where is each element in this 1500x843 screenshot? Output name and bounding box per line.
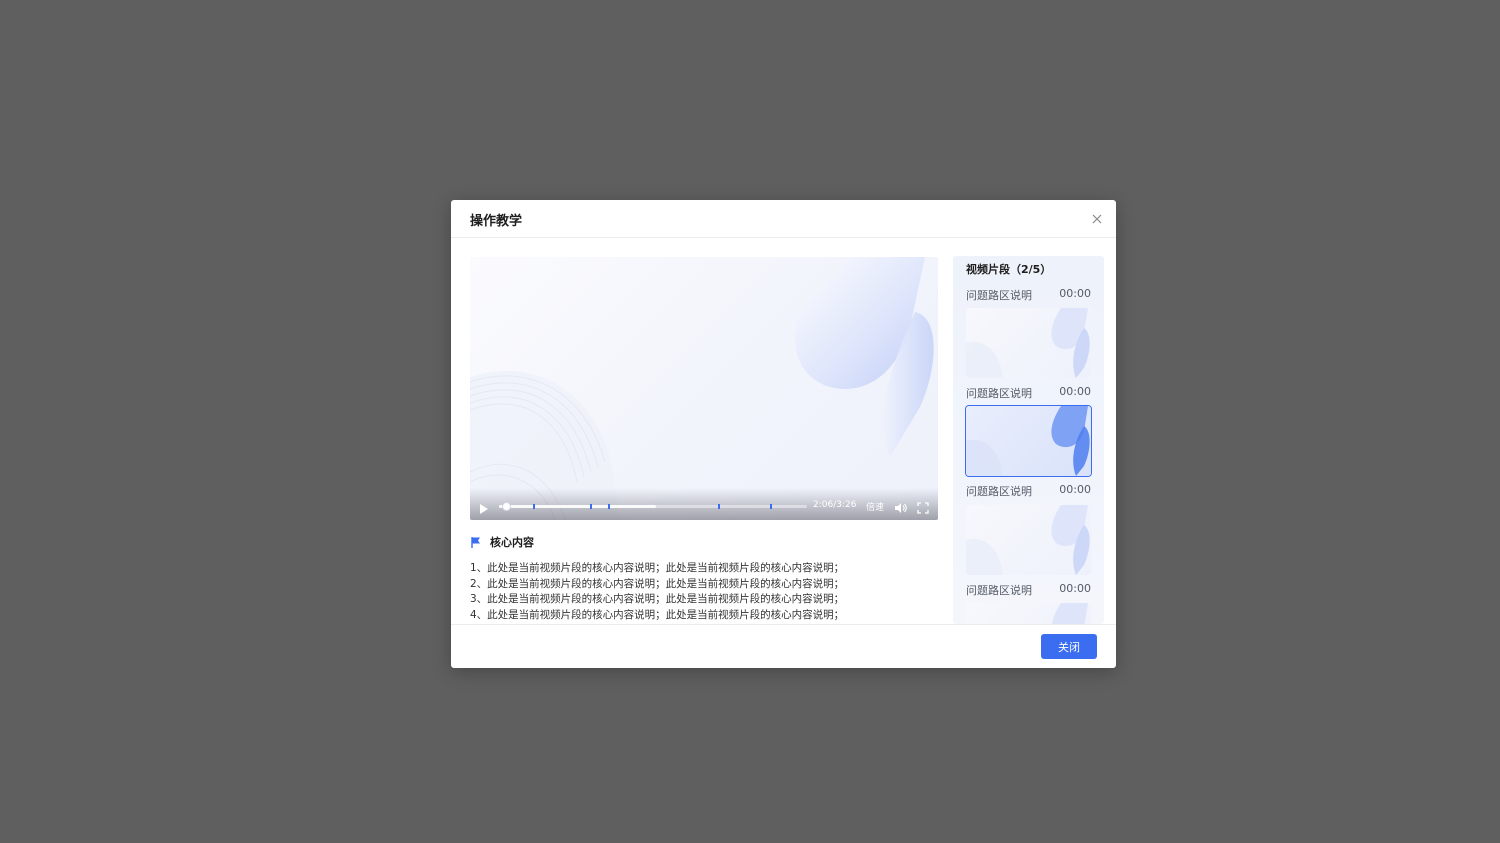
core-content-line: 4、此处是当前视频片段的核心内容说明；此处是当前视频片段的核心内容说明； bbox=[470, 609, 845, 622]
chapter-marker[interactable] bbox=[770, 504, 772, 509]
close-icon[interactable] bbox=[1089, 211, 1105, 227]
segment-thumbnail[interactable] bbox=[966, 505, 1091, 575]
segment-thumbnail-active[interactable] bbox=[966, 406, 1091, 476]
segments-title: 视频片段（2/5） bbox=[966, 263, 1052, 276]
video-player[interactable]: 2:06/3:26 倍速 bbox=[470, 257, 938, 520]
segment-label: 问题路区说明 bbox=[966, 584, 1032, 597]
segment-thumbnail[interactable] bbox=[966, 603, 1091, 624]
modal-title: 操作教学 bbox=[470, 214, 523, 229]
chapter-marker[interactable] bbox=[533, 504, 535, 509]
play-icon[interactable] bbox=[479, 500, 489, 514]
video-artwork bbox=[470, 257, 934, 520]
time-display: 2:06/3:26 bbox=[813, 500, 857, 510]
fullscreen-icon[interactable] bbox=[917, 499, 929, 514]
core-content-line: 1、此处是当前视频片段的核心内容说明；此处是当前视频片段的核心内容说明； bbox=[470, 562, 845, 574]
segment-label: 问题路区说明 bbox=[966, 485, 1032, 498]
volume-icon[interactable] bbox=[894, 499, 907, 513]
modal-footer: 关闭 bbox=[451, 624, 1116, 668]
segment-label: 问题路区说明 bbox=[966, 387, 1032, 400]
segment-time: 00:00 bbox=[1059, 483, 1091, 496]
core-content-list: 1、此处是当前视频片段的核心内容说明；此处是当前视频片段的核心内容说明； 2、此… bbox=[470, 561, 930, 623]
segment-time: 00:00 bbox=[1059, 385, 1091, 398]
segment-time: 00:00 bbox=[1059, 287, 1091, 300]
segment-thumbnail[interactable] bbox=[966, 308, 1091, 378]
core-content-title: 核心内容 bbox=[490, 536, 534, 549]
core-content-line: 2、此处是当前视频片段的核心内容说明；此处是当前视频片段的核心内容说明； bbox=[470, 577, 845, 590]
speed-button[interactable]: 倍速 bbox=[866, 500, 884, 513]
segment-label: 问题路区说明 bbox=[966, 289, 1032, 302]
segment-time: 00:00 bbox=[1059, 582, 1091, 595]
chapter-marker[interactable] bbox=[718, 504, 720, 509]
progress-buffered bbox=[499, 505, 656, 508]
close-button[interactable]: 关闭 bbox=[1041, 634, 1097, 659]
progress-handle[interactable] bbox=[502, 502, 511, 511]
progress-bar[interactable] bbox=[499, 502, 807, 511]
flag-icon bbox=[470, 534, 482, 548]
tutorial-modal: 操作教学 2:06/3:26 倍速 核心内容 1、此处是当前视频片段的核心内容说… bbox=[451, 200, 1116, 668]
chapter-marker[interactable] bbox=[590, 504, 592, 509]
chapter-marker[interactable] bbox=[608, 504, 610, 509]
modal-header: 操作教学 bbox=[451, 200, 1116, 238]
video-controls: 2:06/3:26 倍速 bbox=[470, 488, 938, 520]
core-content-line: 3、此处是当前视频片段的核心内容说明；此处是当前视频片段的核心内容说明； bbox=[470, 593, 845, 606]
video-segments-panel: 视频片段（2/5） 问题路区说明 00:00 问题路区说明 00:00 问题路区 bbox=[953, 256, 1104, 624]
